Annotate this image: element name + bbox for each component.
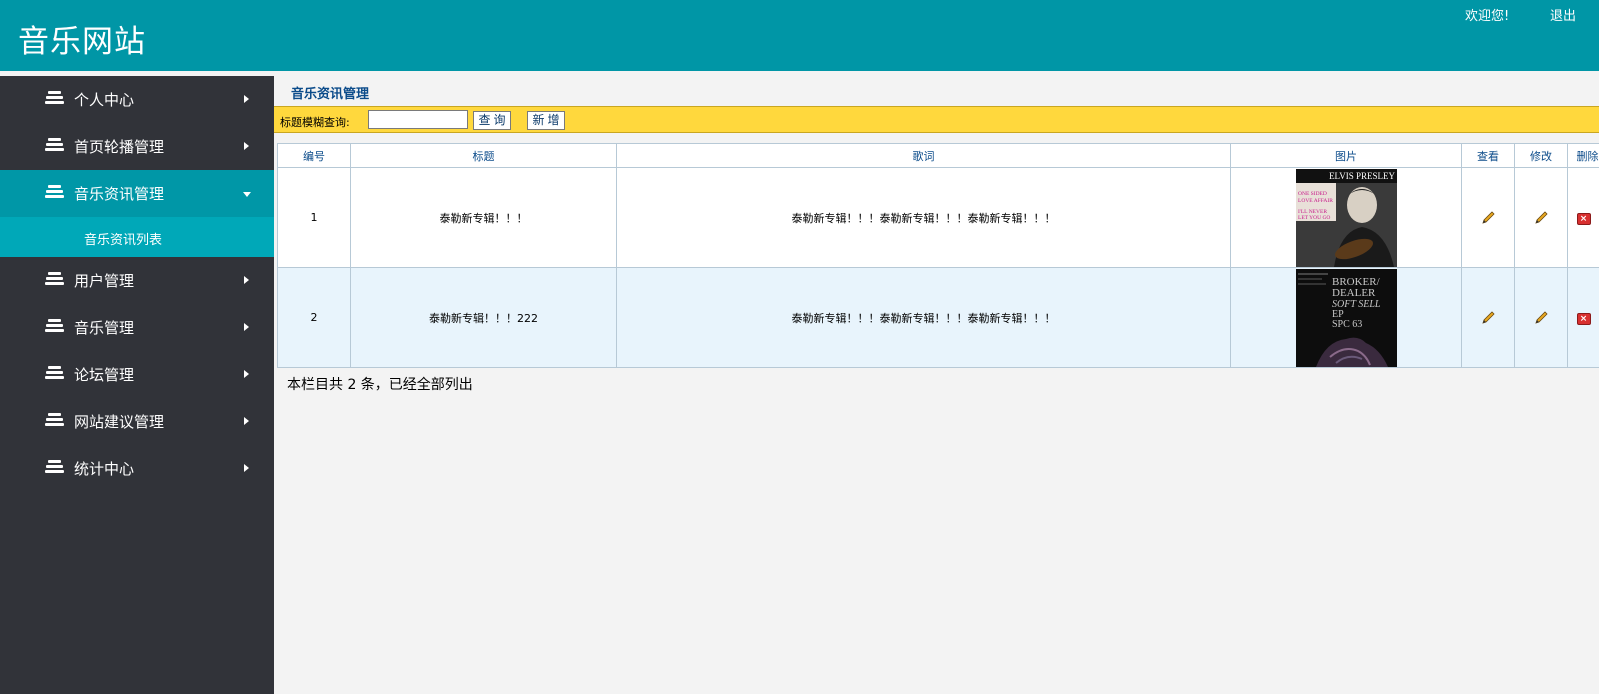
- svg-text:ONE SIDED: ONE SIDED: [1298, 191, 1327, 197]
- page-title: 音乐资讯管理: [291, 87, 370, 102]
- svg-text:DEALER: DEALER: [1332, 287, 1376, 299]
- svg-text:ELVIS PRESLEY: ELVIS PRESLEY: [1329, 171, 1395, 181]
- cell-edit: [1514, 167, 1568, 268]
- layers-icon: [45, 319, 64, 334]
- chevron-right-icon: [244, 323, 249, 331]
- music-news-table: 编号 标题 歌词 图片 查看 修改 删除 1 泰勒新专辑！！！ 泰勒新专辑！！！…: [277, 143, 1599, 368]
- cell-delete: ×: [1567, 167, 1599, 268]
- header: 音乐网站 欢迎您! 退出: [0, 0, 1599, 71]
- layers-icon: [45, 138, 64, 153]
- add-button[interactable]: 新增: [527, 111, 565, 130]
- sidebar-item-label: 论坛管理: [74, 366, 135, 384]
- layers-icon: [45, 413, 64, 428]
- sidebar-item-personal-center[interactable]: 个人中心: [0, 76, 274, 123]
- cell-view: [1461, 167, 1515, 268]
- sidebar-item-music-news[interactable]: 音乐资讯管理: [0, 170, 274, 217]
- sidebar-item-label: 个人中心: [74, 91, 135, 109]
- sidebar-item-users[interactable]: 用户管理: [0, 257, 274, 304]
- pencil-icon[interactable]: [1533, 310, 1549, 326]
- cell-id: 2: [277, 267, 351, 368]
- layers-icon: [45, 185, 64, 200]
- layers-icon: [45, 272, 64, 287]
- chevron-right-icon: [244, 417, 249, 425]
- welcome-text: 欢迎您!: [1465, 9, 1510, 24]
- layers-icon: [45, 91, 64, 106]
- sidebar-item-statistics[interactable]: 统计中心: [0, 445, 274, 492]
- column-header-image: 图片: [1230, 143, 1462, 168]
- delete-icon[interactable]: ×: [1576, 312, 1591, 325]
- search-toolbar: 标题模糊查询: 查询 新增: [274, 106, 1599, 133]
- chevron-down-icon: [243, 192, 251, 197]
- layers-icon: [45, 366, 64, 381]
- svg-text:LET YOU GO: LET YOU GO: [1298, 215, 1330, 221]
- chevron-right-icon: [244, 142, 249, 150]
- sidebar-subitem-music-news-list[interactable]: 音乐资讯列表: [0, 217, 274, 257]
- chevron-right-icon: [244, 95, 249, 103]
- sidebar-item-label: 网站建议管理: [74, 413, 165, 431]
- pencil-icon[interactable]: [1480, 210, 1496, 226]
- sidebar: 个人中心 首页轮播管理 音乐资讯管理 音乐资讯列表 用户管理 音乐管理 论坛管理…: [0, 76, 274, 694]
- sidebar-item-music[interactable]: 音乐管理: [0, 304, 274, 351]
- sidebar-item-carousel[interactable]: 首页轮播管理: [0, 123, 274, 170]
- album-cover-elvis[interactable]: ELVIS PRESLEY ONE SIDED LOVE AFFAIR I'LL…: [1295, 168, 1397, 267]
- search-label: 标题模糊查询:: [280, 116, 350, 129]
- column-header-lyrics: 歌词: [616, 143, 1231, 168]
- column-header-view: 查看: [1461, 143, 1515, 168]
- cell-delete: ×: [1567, 267, 1599, 368]
- sidebar-item-forum[interactable]: 论坛管理: [0, 351, 274, 398]
- layers-icon: [45, 460, 64, 475]
- sidebar-item-label: 统计中心: [74, 460, 135, 478]
- svg-text:LOVE AFFAIR: LOVE AFFAIR: [1298, 198, 1333, 204]
- column-header-edit: 修改: [1514, 143, 1568, 168]
- sidebar-item-label: 音乐资讯管理: [74, 185, 165, 203]
- site-title: 音乐网站: [18, 24, 146, 60]
- column-header-id: 编号: [277, 143, 351, 168]
- column-header-delete: 删除: [1567, 143, 1599, 168]
- chevron-right-icon: [244, 370, 249, 378]
- cell-image: BROKER/ DEALER SOFT SELL EP SPC 63: [1230, 267, 1462, 368]
- sidebar-item-label: 首页轮播管理: [74, 138, 165, 156]
- table-row: 1 泰勒新专辑！！！ 泰勒新专辑！！！泰勒新专辑！！！泰勒新专辑！！！ ELVI…: [277, 167, 1599, 268]
- cell-title: 泰勒新专辑！！！222: [350, 267, 617, 368]
- pencil-icon[interactable]: [1480, 310, 1496, 326]
- title-search-input[interactable]: [368, 110, 468, 129]
- sidebar-subitem-label: 音乐资讯列表: [84, 233, 163, 248]
- table-header-row: 编号 标题 歌词 图片 查看 修改 删除: [277, 143, 1599, 168]
- column-header-title: 标题: [350, 143, 617, 168]
- logout-link[interactable]: 退出: [1550, 5, 1576, 24]
- album-cover-broker-dealer[interactable]: BROKER/ DEALER SOFT SELL EP SPC 63: [1295, 268, 1397, 367]
- sidebar-item-label: 音乐管理: [74, 319, 135, 337]
- cell-id: 1: [277, 167, 351, 268]
- pencil-icon[interactable]: [1533, 210, 1549, 226]
- svg-text:SPC 63: SPC 63: [1332, 319, 1362, 330]
- cell-lyrics: 泰勒新专辑！！！泰勒新专辑！！！泰勒新专辑！！！: [616, 167, 1231, 268]
- chevron-right-icon: [244, 276, 249, 284]
- cell-image: ELVIS PRESLEY ONE SIDED LOVE AFFAIR I'LL…: [1230, 167, 1462, 268]
- search-button[interactable]: 查询: [473, 111, 511, 130]
- cell-edit: [1514, 267, 1568, 368]
- sidebar-item-label: 用户管理: [74, 272, 135, 290]
- record-summary: 本栏目共 2 条，已经全部列出: [287, 377, 473, 393]
- chevron-right-icon: [244, 464, 249, 472]
- cell-view: [1461, 267, 1515, 368]
- cell-lyrics: 泰勒新专辑！！！泰勒新专辑！！！泰勒新专辑！！！: [616, 267, 1231, 368]
- table-row: 2 泰勒新专辑！！！222 泰勒新专辑！！！泰勒新专辑！！！泰勒新专辑！！！ B…: [277, 267, 1599, 368]
- delete-icon[interactable]: ×: [1576, 212, 1591, 225]
- sidebar-item-suggestions[interactable]: 网站建议管理: [0, 398, 274, 445]
- cell-title: 泰勒新专辑！！！: [350, 167, 617, 268]
